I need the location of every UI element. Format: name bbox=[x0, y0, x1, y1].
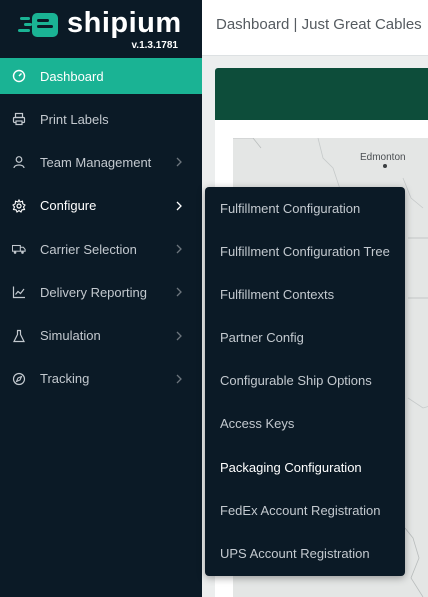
compass-icon bbox=[12, 372, 26, 386]
submenu-item-fulfillment-configuration-tree[interactable]: Fulfillment Configuration Tree bbox=[220, 244, 390, 259]
printer-icon bbox=[12, 113, 26, 126]
sidebar-item-label: Dashboard bbox=[40, 68, 104, 84]
sidebar-item-label: Simulation bbox=[40, 328, 101, 344]
sidebar-item-label: Print Labels bbox=[40, 111, 109, 127]
user-icon bbox=[13, 156, 25, 169]
chevron-right-icon bbox=[176, 331, 182, 341]
gear-icon bbox=[12, 198, 26, 213]
submenu-item-fulfillment-contexts[interactable]: Fulfillment Contexts bbox=[220, 287, 334, 302]
sidebar-item-label: Delivery Reporting bbox=[40, 284, 147, 300]
submenu-item-packaging-configuration[interactable]: Packaging Configuration bbox=[220, 460, 362, 475]
map-city-label: Edmonton bbox=[360, 152, 406, 163]
submenu-item-access-keys[interactable]: Access Keys bbox=[220, 416, 294, 431]
map-city-marker bbox=[383, 164, 387, 168]
chevron-right-icon bbox=[176, 374, 182, 384]
sidebar-item-team-management[interactable]: Team Management bbox=[0, 141, 202, 184]
submenu-item-fedex-account-registration[interactable]: FedEx Account Registration bbox=[220, 503, 380, 518]
sidebar-item-dashboard[interactable]: Dashboard bbox=[0, 58, 202, 94]
submenu-item-configurable-ship-options[interactable]: Configurable Ship Options bbox=[220, 373, 372, 388]
submenu-item-ups-account-registration[interactable]: UPS Account Registration bbox=[220, 546, 370, 561]
truck-icon bbox=[12, 245, 26, 254]
chevron-right-icon bbox=[176, 244, 182, 254]
sidebar-item-simulation[interactable]: Simulation bbox=[0, 314, 202, 357]
sidebar-item-label: Configure bbox=[40, 198, 97, 214]
sidebar-item-print-labels[interactable]: Print Labels bbox=[0, 98, 202, 141]
sidebar: shipium v.1.3.1781 Dashboard Print Label… bbox=[0, 0, 202, 597]
logo[interactable]: shipium v.1.3.1781 bbox=[0, 0, 202, 58]
brand-name: shipium bbox=[67, 7, 182, 39]
chevron-right-icon bbox=[176, 201, 182, 211]
app-version: v.1.3.1781 bbox=[131, 40, 178, 51]
chevron-right-icon bbox=[176, 157, 182, 167]
dashboard-gauge-icon bbox=[12, 69, 26, 83]
sidebar-item-label: Team Management bbox=[40, 154, 152, 170]
sidebar-item-configure[interactable]: Configure bbox=[0, 184, 202, 227]
flask-icon bbox=[13, 329, 25, 342]
line-chart-icon bbox=[12, 286, 25, 299]
submenu-item-partner-config[interactable]: Partner Config bbox=[220, 330, 304, 345]
shipium-logo-icon bbox=[18, 13, 58, 37]
sidebar-item-carrier-selection[interactable]: Carrier Selection bbox=[0, 227, 202, 270]
sidebar-nav: Dashboard Print Labels Team Management C… bbox=[0, 58, 202, 401]
sidebar-item-label: Carrier Selection bbox=[40, 241, 137, 257]
top-bar: Dashboard | Just Great Cables bbox=[202, 0, 428, 56]
sidebar-item-label: Tracking bbox=[40, 371, 90, 387]
page-title: Dashboard | Just Great Cables bbox=[216, 16, 422, 33]
chevron-right-icon bbox=[176, 287, 182, 297]
submenu-item-fulfillment-configuration[interactable]: Fulfillment Configuration bbox=[220, 201, 360, 216]
sidebar-item-delivery-reporting[interactable]: Delivery Reporting bbox=[0, 271, 202, 314]
dashboard-card-header bbox=[215, 68, 428, 120]
configure-submenu: Fulfillment Configuration Fulfillment Co… bbox=[205, 187, 405, 576]
sidebar-item-tracking[interactable]: Tracking bbox=[0, 357, 202, 400]
